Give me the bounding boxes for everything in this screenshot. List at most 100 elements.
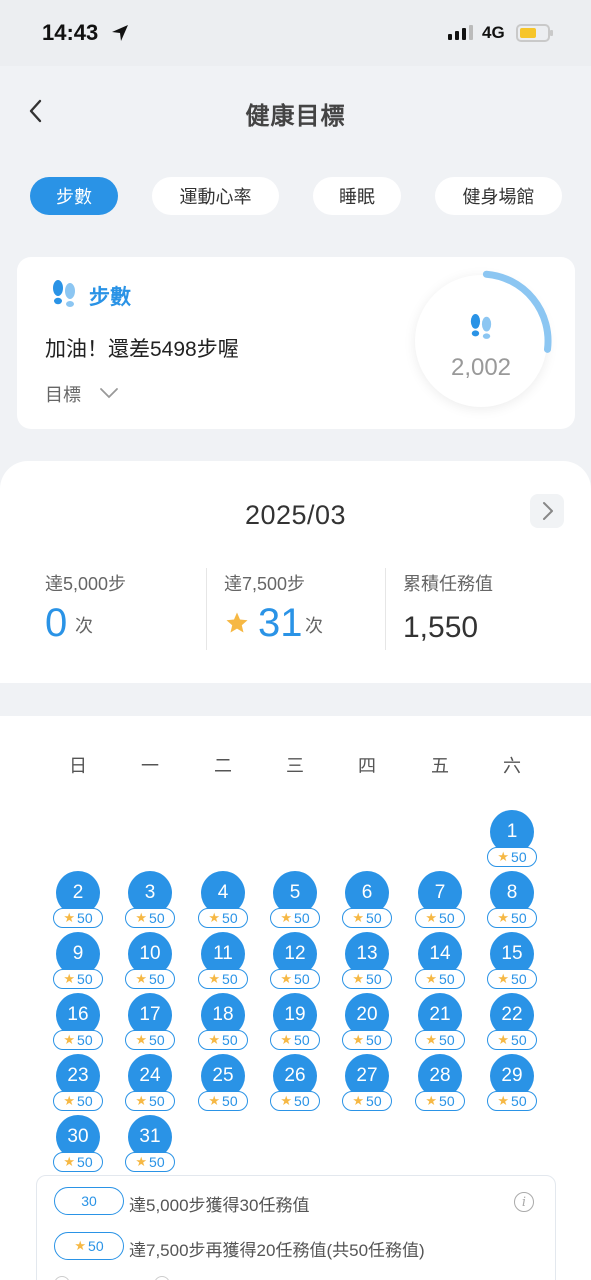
calendar-day[interactable]: 15 ★ 50 <box>482 932 542 990</box>
star-icon: ★ <box>63 1032 76 1047</box>
calendar-day[interactable]: 17 ★ 50 <box>120 993 180 1051</box>
day-reward-value: 50 <box>366 1093 382 1109</box>
goal-dropdown-label[interactable]: 目標 <box>45 381 81 407</box>
calendar-day[interactable]: 11 ★ 50 <box>193 932 253 990</box>
day-reward-badge: ★ 50 <box>53 969 103 989</box>
weekday-label: 一 <box>141 756 159 776</box>
day-reward-badge: ★ 50 <box>342 1030 392 1050</box>
calendar-day[interactable]: 27 ★ 50 <box>337 1054 397 1112</box>
day-reward-value: 50 <box>366 1032 382 1048</box>
calendar-day[interactable]: 1 ★ 50 <box>482 810 542 868</box>
calendar-day[interactable]: 24 ★ 50 <box>120 1054 180 1112</box>
chevron-right-icon[interactable] <box>530 494 564 528</box>
stat-label-5000: 達5,000步 <box>45 574 127 594</box>
calendar-day[interactable]: 12 ★ 50 <box>265 932 325 990</box>
legend-pill-value: 30 <box>81 1193 97 1209</box>
calendar-day[interactable]: 10 ★ 50 <box>120 932 180 990</box>
star-icon: ★ <box>208 971 221 986</box>
star-icon: ★ <box>63 971 76 986</box>
calendar-day[interactable]: 9 ★ 50 <box>48 932 108 990</box>
location-arrow-icon <box>112 25 128 41</box>
info-icon[interactable]: i <box>514 1192 534 1212</box>
calendar-day[interactable]: 13 ★ 50 <box>337 932 397 990</box>
star-icon: ★ <box>352 1032 365 1047</box>
tab-gym[interactable]: 健身場館 <box>435 177 562 215</box>
star-icon: ★ <box>352 1093 365 1108</box>
day-reward-badge: ★ 50 <box>125 908 175 928</box>
day-reward-badge: ★ 50 <box>125 1091 175 1111</box>
day-reward-value: 50 <box>511 910 527 926</box>
tab-sleep[interactable]: 睡眠 <box>313 177 401 215</box>
star-icon: ★ <box>497 1093 510 1108</box>
day-reward-value: 50 <box>511 1093 527 1109</box>
star-icon: ★ <box>135 1154 148 1169</box>
calendar-day[interactable]: 2 ★ 50 <box>48 871 108 929</box>
footprints-icon <box>53 280 75 307</box>
day-reward-badge: ★ 50 <box>125 1030 175 1050</box>
steps-goal-card: 步數 加油！還差5498步喔 目標 2,002 <box>17 257 575 429</box>
calendar-day[interactable]: 6 ★ 50 <box>337 871 397 929</box>
calendar-day[interactable]: 22 ★ 50 <box>482 993 542 1051</box>
calendar-day[interactable]: 7 ★ 50 <box>410 871 470 929</box>
footprints-icon <box>470 314 492 339</box>
star-icon: ★ <box>63 1093 76 1108</box>
day-reward-badge: ★ 50 <box>125 969 175 989</box>
calendar-day[interactable]: 20 ★ 50 <box>337 993 397 1051</box>
calendar-day[interactable]: 5 ★ 50 <box>265 871 325 929</box>
calendar-day[interactable]: 21 ★ 50 <box>410 993 470 1051</box>
chevron-down-icon[interactable] <box>99 387 119 399</box>
tab-exercise-heart-rate[interactable]: 運動心率 <box>152 177 279 215</box>
star-icon: ★ <box>63 910 76 925</box>
legend-dot <box>154 1276 170 1280</box>
stat-divider <box>206 568 207 650</box>
calendar-day[interactable]: 8 ★ 50 <box>482 871 542 929</box>
tab-steps[interactable]: 步數 <box>30 177 118 215</box>
calendar-day[interactable]: 3 ★ 50 <box>120 871 180 929</box>
day-reward-badge: ★ 50 <box>487 1030 537 1050</box>
calendar-day[interactable]: 25 ★ 50 <box>193 1054 253 1112</box>
calendar-day[interactable]: 16 ★ 50 <box>48 993 108 1051</box>
calendar-day[interactable]: 31 ★ 50 <box>120 1115 180 1173</box>
day-reward-value: 50 <box>222 971 238 987</box>
star-icon: ★ <box>497 1032 510 1047</box>
day-reward-value: 50 <box>222 1032 238 1048</box>
calendar-day[interactable]: 29 ★ 50 <box>482 1054 542 1112</box>
star-icon: ★ <box>497 910 510 925</box>
day-reward-value: 50 <box>77 1093 93 1109</box>
steps-card-label: 步數 <box>89 286 131 309</box>
star-icon: ★ <box>208 1032 221 1047</box>
day-reward-badge: ★ 50 <box>487 847 537 867</box>
progress-arc <box>482 270 552 353</box>
category-tabs: 步數 運動心率 睡眠 健身場館 <box>0 177 591 217</box>
next-month-button[interactable] <box>530 494 564 528</box>
day-reward-value: 50 <box>77 1032 93 1048</box>
calendar-day[interactable]: 23 ★ 50 <box>48 1054 108 1112</box>
calendar-day[interactable]: 30 ★ 50 <box>48 1115 108 1173</box>
calendar-day[interactable]: 19 ★ 50 <box>265 993 325 1051</box>
calendar-day[interactable]: 28 ★ 50 <box>410 1054 470 1112</box>
month-title: 2025/03 <box>244 500 347 530</box>
day-reward-badge: ★ 50 <box>342 1091 392 1111</box>
day-reward-value: 50 <box>294 1032 310 1048</box>
day-reward-badge: ★ 50 <box>198 1030 248 1050</box>
day-reward-badge: ★ 50 <box>53 908 103 928</box>
day-reward-value: 50 <box>149 971 165 987</box>
day-reward-badge: ★ 50 <box>342 908 392 928</box>
day-reward-badge: ★ 50 <box>487 1091 537 1111</box>
day-reward-value: 50 <box>149 1032 165 1048</box>
day-reward-value: 50 <box>439 1093 455 1109</box>
calendar-day[interactable]: 4 ★ 50 <box>193 871 253 929</box>
day-reward-badge: ★ 50 <box>198 908 248 928</box>
day-reward-badge: ★ 50 <box>53 1030 103 1050</box>
star-icon: ★ <box>74 1238 87 1253</box>
stat-value-5000: 0 <box>45 601 68 645</box>
weekday-label: 日 <box>69 756 87 776</box>
calendar-day[interactable]: 18 ★ 50 <box>193 993 253 1051</box>
calendar-day[interactable]: 14 ★ 50 <box>410 932 470 990</box>
weekday-label: 五 <box>431 756 449 776</box>
legend-text-5000: 達5,000步獲得30任務值 <box>129 1196 310 1215</box>
day-reward-value: 50 <box>294 971 310 987</box>
star-icon: ★ <box>135 910 148 925</box>
star-icon: ★ <box>135 1093 148 1108</box>
calendar-day[interactable]: 26 ★ 50 <box>265 1054 325 1112</box>
